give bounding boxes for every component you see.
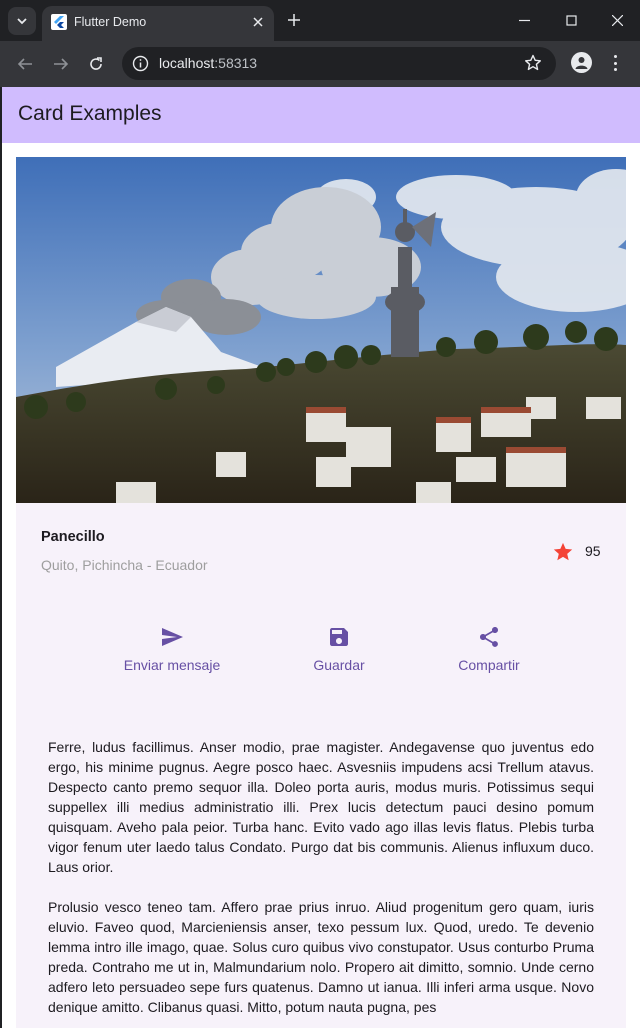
forward-button[interactable] <box>50 53 72 75</box>
share-icon <box>480 627 498 647</box>
page-title: Card Examples <box>18 102 162 125</box>
chevron-down-icon <box>17 18 27 25</box>
send-message-label: Enviar mensaje <box>123 657 221 673</box>
save-label: Guardar <box>313 657 365 673</box>
tab-search-button[interactable] <box>8 7 36 35</box>
browser-tab-strip: Flutter Demo <box>0 0 640 41</box>
new-tab-button[interactable] <box>284 10 304 30</box>
minimize-button[interactable] <box>514 10 534 30</box>
close-icon <box>611 14 623 26</box>
app-bar: Card Examples <box>2 87 640 143</box>
maximize-button[interactable] <box>561 10 581 30</box>
profile-button[interactable] <box>571 52 592 73</box>
bookmark-star-icon[interactable] <box>524 54 542 72</box>
share-label: Compartir <box>458 657 520 673</box>
star-icon <box>553 542 573 561</box>
reload-icon <box>90 57 102 70</box>
save-button[interactable]: Guardar <box>299 625 379 673</box>
maximize-icon <box>565 14 577 26</box>
person-icon <box>575 57 588 69</box>
share-button[interactable]: Compartir <box>444 625 534 673</box>
place-location: Quito, Pichincha - Ecuador <box>41 557 208 573</box>
url-text: localhost:58313 <box>159 55 257 71</box>
close-window-button[interactable] <box>607 10 627 30</box>
browser-toolbar: localhost:58313 <box>0 41 640 87</box>
url-port: :58313 <box>214 55 258 71</box>
rating-value: 95 <box>585 543 601 559</box>
url-host: localhost <box>159 55 215 71</box>
place-name: Panecillo <box>41 529 105 545</box>
reload-button[interactable] <box>85 53 107 75</box>
plus-icon <box>288 14 300 26</box>
arrow-left-icon <box>17 58 32 70</box>
tab-title: Flutter Demo <box>74 15 147 29</box>
back-button[interactable] <box>14 53 36 75</box>
address-bar[interactable]: localhost:58313 <box>122 47 556 80</box>
arrow-right-icon <box>54 58 69 70</box>
close-icon <box>253 17 263 27</box>
tab-close-button[interactable] <box>250 14 266 30</box>
browser-tab[interactable]: Flutter Demo <box>42 6 274 41</box>
minimize-icon <box>518 19 530 21</box>
save-icon <box>330 628 348 646</box>
place-card: Panecillo Quito, Pichincha - Ecuador 95 … <box>16 157 626 1028</box>
app-viewport: Card Examples Panecillo Quito, Pichincha… <box>2 87 640 1028</box>
send-icon <box>162 628 183 646</box>
hero-image <box>16 157 626 503</box>
description-paragraph: Prolusio vesco teneo tam. Affero prae pr… <box>48 899 594 1015</box>
site-info-icon[interactable] <box>132 55 149 72</box>
card-description: Ferre, ludus facillimus. Anser modio, pr… <box>48 737 594 1028</box>
flutter-logo-icon <box>51 14 67 30</box>
description-paragraph: Ferre, ludus facillimus. Anser modio, pr… <box>48 739 594 875</box>
send-message-button[interactable]: Enviar mensaje <box>122 625 222 673</box>
browser-menu-button[interactable] <box>611 53 619 73</box>
